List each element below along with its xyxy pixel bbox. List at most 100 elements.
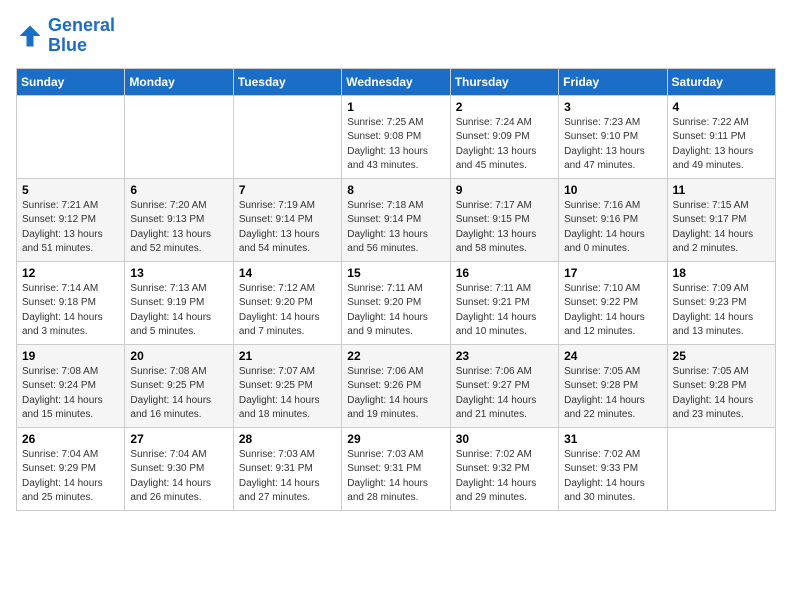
daylight-text: Daylight: 14 hours and 27 minutes. (239, 477, 336, 506)
day-number: 12 (22, 266, 119, 280)
sunset-text: Sunset: 9:31 PM (239, 462, 336, 477)
calendar-header-sunday: Sunday (17, 68, 125, 95)
sunrise-text: Sunrise: 7:17 AM (456, 199, 553, 214)
daylight-text: Daylight: 13 hours and 56 minutes. (347, 228, 444, 257)
day-number: 25 (673, 349, 770, 363)
day-info: Sunrise: 7:08 AM Sunset: 9:25 PM Dayligh… (130, 365, 227, 423)
sunset-text: Sunset: 9:25 PM (130, 379, 227, 394)
day-info: Sunrise: 7:06 AM Sunset: 9:27 PM Dayligh… (456, 365, 553, 423)
day-info: Sunrise: 7:11 AM Sunset: 9:20 PM Dayligh… (347, 282, 444, 340)
calendar-cell: 5 Sunrise: 7:21 AM Sunset: 9:12 PM Dayli… (17, 178, 125, 261)
day-number: 29 (347, 432, 444, 446)
sunset-text: Sunset: 9:10 PM (564, 130, 661, 145)
page-header: General Blue (16, 16, 776, 56)
logo-text: General Blue (48, 16, 115, 56)
sunset-text: Sunset: 9:18 PM (22, 296, 119, 311)
day-info: Sunrise: 7:02 AM Sunset: 9:33 PM Dayligh… (564, 448, 661, 506)
day-number: 5 (22, 183, 119, 197)
daylight-text: Daylight: 14 hours and 25 minutes. (22, 477, 119, 506)
day-number: 31 (564, 432, 661, 446)
sunset-text: Sunset: 9:20 PM (347, 296, 444, 311)
calendar-cell: 10 Sunrise: 7:16 AM Sunset: 9:16 PM Dayl… (559, 178, 667, 261)
day-info: Sunrise: 7:22 AM Sunset: 9:11 PM Dayligh… (673, 116, 770, 174)
day-info: Sunrise: 7:12 AM Sunset: 9:20 PM Dayligh… (239, 282, 336, 340)
calendar-header-friday: Friday (559, 68, 667, 95)
day-info: Sunrise: 7:09 AM Sunset: 9:23 PM Dayligh… (673, 282, 770, 340)
day-info: Sunrise: 7:04 AM Sunset: 9:29 PM Dayligh… (22, 448, 119, 506)
calendar-cell (667, 427, 775, 510)
day-number: 4 (673, 100, 770, 114)
calendar-cell (233, 95, 341, 178)
sunset-text: Sunset: 9:22 PM (564, 296, 661, 311)
sunset-text: Sunset: 9:21 PM (456, 296, 553, 311)
daylight-text: Daylight: 14 hours and 0 minutes. (564, 228, 661, 257)
day-number: 22 (347, 349, 444, 363)
calendar-cell (125, 95, 233, 178)
calendar-cell: 9 Sunrise: 7:17 AM Sunset: 9:15 PM Dayli… (450, 178, 558, 261)
sunrise-text: Sunrise: 7:08 AM (130, 365, 227, 380)
daylight-text: Daylight: 14 hours and 22 minutes. (564, 394, 661, 423)
sunset-text: Sunset: 9:25 PM (239, 379, 336, 394)
calendar-cell: 8 Sunrise: 7:18 AM Sunset: 9:14 PM Dayli… (342, 178, 450, 261)
calendar-cell: 1 Sunrise: 7:25 AM Sunset: 9:08 PM Dayli… (342, 95, 450, 178)
daylight-text: Daylight: 14 hours and 23 minutes. (673, 394, 770, 423)
day-number: 20 (130, 349, 227, 363)
sunset-text: Sunset: 9:15 PM (456, 213, 553, 228)
calendar-cell (17, 95, 125, 178)
calendar-cell: 19 Sunrise: 7:08 AM Sunset: 9:24 PM Dayl… (17, 344, 125, 427)
day-info: Sunrise: 7:23 AM Sunset: 9:10 PM Dayligh… (564, 116, 661, 174)
day-number: 19 (22, 349, 119, 363)
sunset-text: Sunset: 9:11 PM (673, 130, 770, 145)
sunrise-text: Sunrise: 7:05 AM (673, 365, 770, 380)
day-number: 23 (456, 349, 553, 363)
daylight-text: Daylight: 13 hours and 47 minutes. (564, 145, 661, 174)
daylight-text: Daylight: 13 hours and 45 minutes. (456, 145, 553, 174)
sunrise-text: Sunrise: 7:06 AM (456, 365, 553, 380)
day-info: Sunrise: 7:05 AM Sunset: 9:28 PM Dayligh… (673, 365, 770, 423)
calendar-cell: 23 Sunrise: 7:06 AM Sunset: 9:27 PM Dayl… (450, 344, 558, 427)
day-info: Sunrise: 7:10 AM Sunset: 9:22 PM Dayligh… (564, 282, 661, 340)
day-number: 2 (456, 100, 553, 114)
calendar-week-1: 1 Sunrise: 7:25 AM Sunset: 9:08 PM Dayli… (17, 95, 776, 178)
day-info: Sunrise: 7:08 AM Sunset: 9:24 PM Dayligh… (22, 365, 119, 423)
sunset-text: Sunset: 9:08 PM (347, 130, 444, 145)
sunset-text: Sunset: 9:29 PM (22, 462, 119, 477)
day-info: Sunrise: 7:19 AM Sunset: 9:14 PM Dayligh… (239, 199, 336, 257)
calendar-header-saturday: Saturday (667, 68, 775, 95)
calendar-cell: 28 Sunrise: 7:03 AM Sunset: 9:31 PM Dayl… (233, 427, 341, 510)
logo: General Blue (16, 16, 115, 56)
sunset-text: Sunset: 9:27 PM (456, 379, 553, 394)
daylight-text: Daylight: 14 hours and 30 minutes. (564, 477, 661, 506)
calendar-cell: 3 Sunrise: 7:23 AM Sunset: 9:10 PM Dayli… (559, 95, 667, 178)
sunrise-text: Sunrise: 7:23 AM (564, 116, 661, 131)
daylight-text: Daylight: 13 hours and 49 minutes. (673, 145, 770, 174)
sunset-text: Sunset: 9:28 PM (673, 379, 770, 394)
day-info: Sunrise: 7:07 AM Sunset: 9:25 PM Dayligh… (239, 365, 336, 423)
day-info: Sunrise: 7:11 AM Sunset: 9:21 PM Dayligh… (456, 282, 553, 340)
daylight-text: Daylight: 14 hours and 16 minutes. (130, 394, 227, 423)
day-number: 24 (564, 349, 661, 363)
calendar-week-2: 5 Sunrise: 7:21 AM Sunset: 9:12 PM Dayli… (17, 178, 776, 261)
calendar-cell: 22 Sunrise: 7:06 AM Sunset: 9:26 PM Dayl… (342, 344, 450, 427)
day-number: 15 (347, 266, 444, 280)
sunrise-text: Sunrise: 7:15 AM (673, 199, 770, 214)
sunset-text: Sunset: 9:30 PM (130, 462, 227, 477)
day-info: Sunrise: 7:15 AM Sunset: 9:17 PM Dayligh… (673, 199, 770, 257)
day-info: Sunrise: 7:02 AM Sunset: 9:32 PM Dayligh… (456, 448, 553, 506)
day-number: 21 (239, 349, 336, 363)
sunrise-text: Sunrise: 7:08 AM (22, 365, 119, 380)
sunrise-text: Sunrise: 7:12 AM (239, 282, 336, 297)
calendar-cell: 7 Sunrise: 7:19 AM Sunset: 9:14 PM Dayli… (233, 178, 341, 261)
day-info: Sunrise: 7:25 AM Sunset: 9:08 PM Dayligh… (347, 116, 444, 174)
day-number: 27 (130, 432, 227, 446)
daylight-text: Daylight: 14 hours and 2 minutes. (673, 228, 770, 257)
day-number: 11 (673, 183, 770, 197)
day-number: 17 (564, 266, 661, 280)
calendar-header-tuesday: Tuesday (233, 68, 341, 95)
daylight-text: Daylight: 14 hours and 18 minutes. (239, 394, 336, 423)
sunrise-text: Sunrise: 7:25 AM (347, 116, 444, 131)
day-number: 9 (456, 183, 553, 197)
sunrise-text: Sunrise: 7:20 AM (130, 199, 227, 214)
calendar-header-thursday: Thursday (450, 68, 558, 95)
sunset-text: Sunset: 9:17 PM (673, 213, 770, 228)
